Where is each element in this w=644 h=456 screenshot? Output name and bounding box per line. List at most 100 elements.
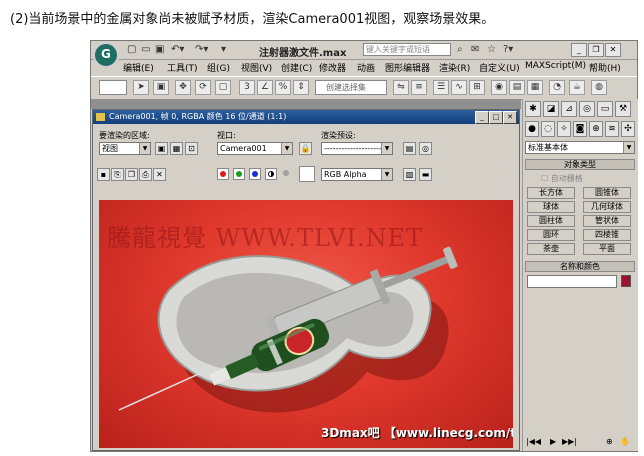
autogrid-checkbox[interactable]: ☐ 自动栅格 bbox=[541, 173, 583, 184]
search-icon[interactable]: ⌕ bbox=[457, 44, 463, 55]
green-channel-toggle[interactable] bbox=[233, 168, 245, 180]
help-icon[interactable]: ?▾ bbox=[503, 44, 513, 55]
close-icon[interactable]: ✕ bbox=[605, 43, 621, 57]
toggle-ui-icon[interactable]: ▬ bbox=[419, 168, 432, 181]
motion-tab-icon[interactable]: ◎ bbox=[579, 101, 595, 117]
menu-modifiers[interactable]: 修改器 bbox=[319, 61, 346, 74]
render-close-icon[interactable]: ✕ bbox=[503, 111, 517, 124]
swatch-box[interactable] bbox=[299, 166, 315, 182]
render-setup-icon[interactable]: ▤ bbox=[403, 142, 416, 155]
menu-graph-editors[interactable]: 图形编辑器 bbox=[385, 61, 430, 74]
torus-button[interactable]: 圆环 bbox=[527, 229, 575, 241]
material-editor-icon[interactable]: ◉ bbox=[491, 80, 507, 95]
monochrome-toggle[interactable] bbox=[281, 168, 293, 180]
area-to-render-dropdown[interactable]: 视图 ▼ bbox=[99, 142, 151, 155]
schematic-view-icon[interactable]: ⊞ bbox=[469, 80, 485, 95]
menu-group[interactable]: 组(G) bbox=[207, 61, 230, 74]
angle-snap-icon[interactable]: ∠ bbox=[257, 80, 273, 95]
search-input[interactable]: 键入关键字或短语 bbox=[363, 43, 451, 56]
redo-icon[interactable]: ↷▾ bbox=[195, 44, 208, 55]
render-maximize-icon[interactable]: □ bbox=[489, 111, 503, 124]
connect-icon[interactable]: ✉ bbox=[471, 44, 479, 55]
space-warps-icon[interactable]: ≋ bbox=[605, 121, 619, 137]
menu-views[interactable]: 视图(V) bbox=[241, 61, 272, 74]
blue-channel-toggle[interactable] bbox=[249, 168, 261, 180]
select-scale-icon[interactable]: ▢ bbox=[215, 80, 231, 95]
geometry-category-dropdown[interactable]: 标准基本体 ▼ bbox=[525, 141, 635, 154]
object-color-swatch[interactable] bbox=[621, 275, 631, 287]
select-move-icon[interactable]: ✥ bbox=[175, 80, 191, 95]
object-type-rollout-header[interactable]: 对象类型 bbox=[525, 159, 635, 170]
lock-viewport-icon[interactable]: 🔒 bbox=[299, 142, 312, 155]
render-production-icon[interactable]: ◔ bbox=[549, 80, 565, 95]
utilities-tab-icon[interactable]: ⚒ bbox=[615, 101, 631, 117]
layer-manager-icon[interactable]: ☰ bbox=[433, 80, 449, 95]
zoom-icon[interactable]: ⊕ bbox=[606, 437, 613, 446]
menu-maxscript[interactable]: MAXScript(M) bbox=[525, 61, 586, 71]
cameras-icon[interactable]: ◙ bbox=[573, 121, 587, 137]
undo-icon[interactable]: ↶▾ bbox=[171, 44, 184, 55]
go-to-end-icon[interactable]: ▶▶| bbox=[562, 437, 577, 446]
edit-region-icon[interactable]: ▣ bbox=[155, 142, 168, 155]
select-icon[interactable]: ➤ bbox=[133, 80, 149, 95]
restore-icon[interactable]: ❐ bbox=[588, 43, 604, 57]
menu-help[interactable]: 帮助(H) bbox=[589, 61, 621, 74]
auto-region-icon[interactable]: ▦ bbox=[170, 142, 183, 155]
hierarchy-tab-icon[interactable]: ⊿ bbox=[561, 101, 577, 117]
toggle-ui-overlay-icon[interactable]: ▧ bbox=[403, 168, 416, 181]
save-icon[interactable]: ▣ bbox=[155, 44, 164, 55]
percent-snap-icon[interactable]: % bbox=[275, 80, 291, 95]
minimize-icon[interactable]: _ bbox=[571, 43, 587, 57]
quick-access-dropdown-icon[interactable]: ▾ bbox=[221, 44, 226, 55]
app-logo-icon[interactable]: G bbox=[93, 42, 119, 68]
render-minimize-icon[interactable]: _ bbox=[475, 111, 489, 124]
display-tab-icon[interactable]: ▭ bbox=[597, 101, 613, 117]
print-image-icon[interactable]: ⎙ bbox=[139, 168, 152, 181]
lights-icon[interactable]: ✧ bbox=[557, 121, 571, 137]
reset-region-icon[interactable]: ⊡ bbox=[185, 142, 198, 155]
render-setup-icon[interactable]: ▤ bbox=[509, 80, 525, 95]
copy-image-icon[interactable]: ⎘ bbox=[111, 168, 124, 181]
named-selection-input[interactable]: 创建选择集 bbox=[315, 80, 387, 95]
pan-icon[interactable]: ✋ bbox=[620, 437, 630, 446]
star-icon[interactable]: ☆ bbox=[487, 44, 496, 55]
cylinder-button[interactable]: 圆柱体 bbox=[527, 215, 575, 227]
red-channel-toggle[interactable] bbox=[217, 168, 229, 180]
save-image-icon[interactable]: ▪ bbox=[97, 168, 110, 181]
viewport-area[interactable] bbox=[91, 99, 521, 109]
geosphere-button[interactable]: 几何球体 bbox=[583, 201, 631, 213]
box-button[interactable]: 长方体 bbox=[527, 187, 575, 199]
pyramid-button[interactable]: 四棱锥 bbox=[583, 229, 631, 241]
alpha-channel-toggle[interactable] bbox=[265, 168, 277, 180]
tube-button[interactable]: 管状体 bbox=[583, 215, 631, 227]
align-icon[interactable]: ≡ bbox=[411, 80, 427, 95]
open-icon[interactable]: ▭ bbox=[141, 44, 150, 55]
menu-edit[interactable]: 编辑(E) bbox=[123, 61, 154, 74]
plane-button[interactable]: 平面 bbox=[583, 243, 631, 255]
display-channel-dropdown[interactable]: RGB Alpha ▼ bbox=[321, 168, 393, 181]
render-teapot-icon[interactable]: ☕ bbox=[569, 80, 585, 95]
clone-window-icon[interactable]: ❐ bbox=[125, 168, 138, 181]
selection-filter-dropdown[interactable] bbox=[99, 80, 127, 95]
menu-create[interactable]: 创建(C) bbox=[281, 61, 312, 74]
spinner-snap-icon[interactable]: ⇕ bbox=[293, 80, 309, 95]
menu-animation[interactable]: 动画 bbox=[357, 61, 375, 74]
viewport-dropdown[interactable]: Camera001 ▼ bbox=[217, 142, 293, 155]
cone-button[interactable]: 圆锥体 bbox=[583, 187, 631, 199]
mirror-icon[interactable]: ⇋ bbox=[393, 80, 409, 95]
geometry-icon[interactable]: ● bbox=[525, 121, 539, 137]
helpers-icon[interactable]: ⊕ bbox=[589, 121, 603, 137]
render-active-icon[interactable]: ◍ bbox=[591, 80, 607, 95]
name-color-rollout-header[interactable]: 名称和颜色 bbox=[525, 261, 635, 272]
select-region-icon[interactable]: ▣ bbox=[153, 80, 169, 95]
object-name-input[interactable] bbox=[527, 275, 617, 288]
menu-rendering[interactable]: 渲染(R) bbox=[439, 61, 470, 74]
systems-icon[interactable]: ✣ bbox=[621, 121, 635, 137]
menu-tools[interactable]: 工具(T) bbox=[167, 61, 198, 74]
go-to-start-icon[interactable]: |◀◀ bbox=[526, 437, 541, 446]
rendered-frame-window-icon[interactable]: ▦ bbox=[527, 80, 543, 95]
render-preset-dropdown[interactable]: -------------------- ▼ bbox=[321, 142, 393, 155]
play-icon[interactable]: ▶ bbox=[550, 437, 556, 446]
snap-icon[interactable]: 3 bbox=[239, 80, 255, 95]
teapot-button[interactable]: 茶壶 bbox=[527, 243, 575, 255]
